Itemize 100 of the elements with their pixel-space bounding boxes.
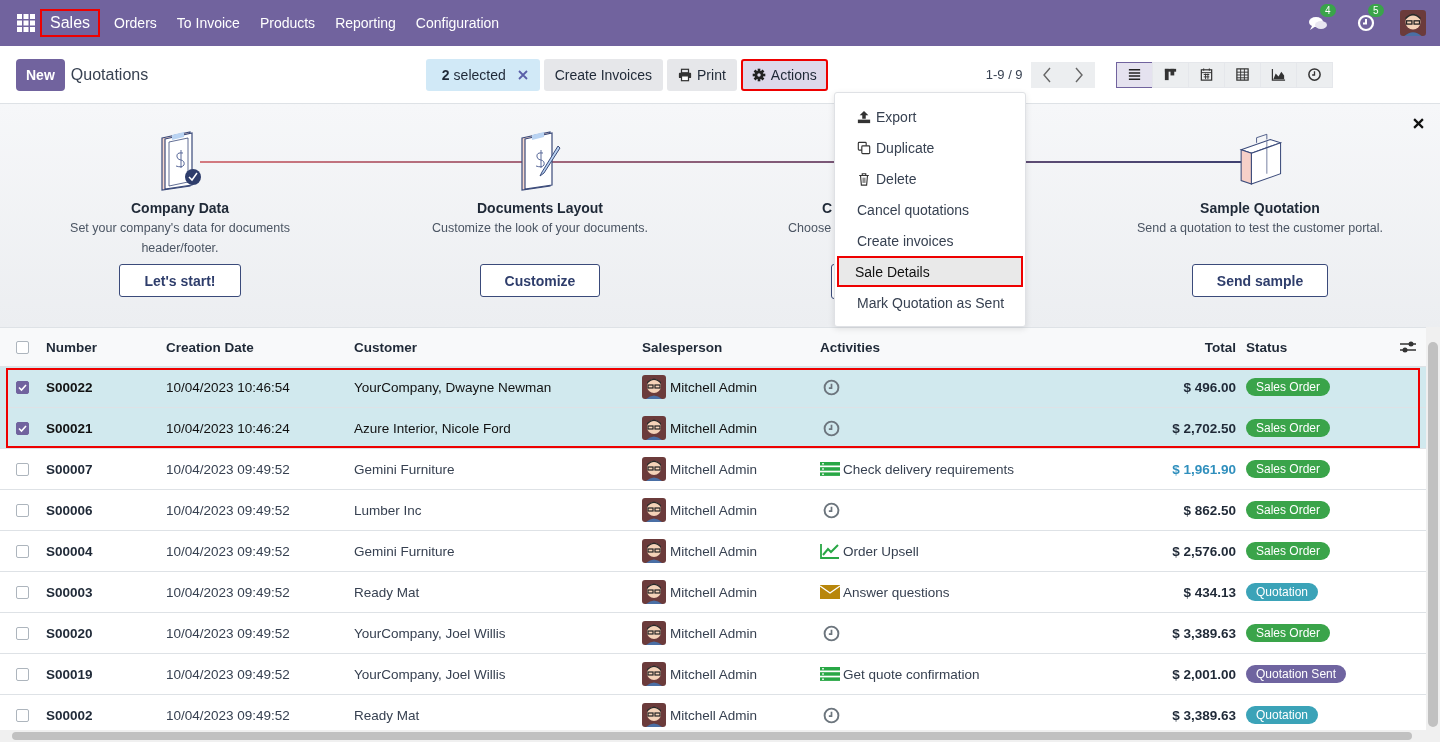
column-header[interactable]: Status bbox=[1246, 339, 1288, 355]
customer-name: YourCompany, Dwayne Newman bbox=[354, 379, 552, 395]
status-badge: Sales Order bbox=[1246, 542, 1331, 560]
vertical-scrollbar[interactable] bbox=[1426, 327, 1440, 742]
nav-menu-item[interactable]: Configuration bbox=[405, 15, 510, 31]
clock-icon[interactable] bbox=[823, 624, 840, 642]
salesperson-avatar bbox=[642, 539, 666, 563]
menu-item[interactable]: Mark Quotation as Sent bbox=[837, 287, 1023, 318]
column-header[interactable]: Salesperson bbox=[642, 339, 723, 355]
nav-menu-item[interactable]: Reporting bbox=[325, 15, 406, 31]
order-number: S00022 bbox=[46, 379, 93, 395]
creation-date: 10/04/2023 09:49:52 bbox=[166, 707, 290, 723]
row-checkbox[interactable] bbox=[16, 667, 29, 681]
next-button[interactable] bbox=[1062, 61, 1095, 88]
nav-menu-item[interactable]: Products bbox=[249, 15, 326, 31]
app-name[interactable]: Sales bbox=[40, 9, 101, 37]
order-number: S00020 bbox=[46, 625, 93, 641]
salesperson-name: Mitchell Admin bbox=[670, 379, 758, 395]
column-header[interactable]: Total bbox=[1204, 339, 1236, 355]
menu-item[interactable]: Duplicate bbox=[837, 132, 1023, 163]
order-total: $ 1,961.90 bbox=[1172, 461, 1236, 477]
status-badge: Sales Order bbox=[1246, 378, 1331, 396]
menu-item[interactable]: Delete bbox=[837, 163, 1023, 194]
row-checkbox[interactable] bbox=[16, 708, 29, 722]
column-header[interactable]: Number bbox=[46, 339, 97, 355]
upload-icon bbox=[857, 109, 871, 124]
row-checkbox[interactable] bbox=[16, 421, 29, 435]
order-number: S00021 bbox=[46, 420, 93, 436]
row-checkbox[interactable] bbox=[16, 503, 29, 517]
salesperson-avatar bbox=[642, 375, 666, 399]
customer-name: YourCompany, Joel Willis bbox=[354, 666, 506, 682]
salesperson-avatar bbox=[642, 703, 666, 727]
row-checkbox[interactable] bbox=[16, 626, 29, 640]
salesperson-avatar bbox=[642, 621, 666, 645]
step-button[interactable]: Customize bbox=[479, 264, 601, 297]
order-total: $ 2,576.00 bbox=[1172, 543, 1236, 559]
status-badge: Quotation bbox=[1246, 706, 1319, 724]
close-icon[interactable] bbox=[1413, 118, 1424, 129]
clock-icon[interactable] bbox=[823, 419, 840, 437]
row-checkbox[interactable] bbox=[16, 380, 29, 394]
step-button[interactable]: Send sample bbox=[1191, 264, 1329, 297]
column-header[interactable]: Creation Date bbox=[166, 339, 254, 355]
salesperson-name: Mitchell Admin bbox=[670, 461, 758, 477]
salesperson-avatar bbox=[642, 662, 666, 686]
horizontal-scrollbar[interactable] bbox=[0, 730, 1426, 742]
row-checkbox[interactable] bbox=[16, 462, 29, 476]
envelope-icon[interactable] bbox=[820, 584, 840, 600]
copy-icon bbox=[857, 140, 871, 155]
clock-icon[interactable] bbox=[823, 706, 840, 724]
menu-item[interactable]: Create invoices bbox=[837, 225, 1023, 256]
nav-menu-item[interactable]: Orders bbox=[104, 15, 167, 31]
column-header[interactable]: Customer bbox=[354, 339, 417, 355]
clock-icon[interactable] bbox=[823, 378, 840, 396]
clock-icon[interactable] bbox=[823, 501, 840, 519]
step-description: Send a quotation to test the customer portal. bbox=[1136, 220, 1384, 237]
order-number: S00007 bbox=[46, 461, 93, 477]
order-total: $ 434.13 bbox=[1183, 584, 1236, 600]
list-icon[interactable] bbox=[820, 461, 840, 477]
column-header[interactable]: Activities bbox=[820, 339, 881, 355]
previous-button[interactable] bbox=[1030, 61, 1063, 88]
menu-item[interactable]: Sale Details bbox=[837, 256, 1023, 287]
settings-icon[interactable] bbox=[1400, 340, 1416, 354]
list-view-icon bbox=[1126, 67, 1142, 82]
row-checkbox[interactable] bbox=[16, 544, 29, 558]
order-total: $ 862.50 bbox=[1183, 502, 1236, 518]
menu-item[interactable]: Export bbox=[837, 101, 1023, 132]
row-checkbox[interactable] bbox=[16, 585, 29, 599]
line-chart-icon[interactable] bbox=[820, 543, 840, 559]
apps-menu-icon[interactable] bbox=[16, 13, 36, 33]
creation-date: 10/04/2023 09:49:52 bbox=[166, 666, 290, 682]
creation-date: 10/04/2023 09:49:52 bbox=[166, 502, 290, 518]
customer-name: Gemini Furniture bbox=[354, 543, 455, 559]
customer-name: Ready Mat bbox=[354, 707, 420, 723]
new-button[interactable]: New bbox=[16, 58, 65, 91]
message-count: 4 bbox=[1320, 4, 1336, 17]
view-switch-button[interactable] bbox=[1115, 61, 1153, 88]
activity-summary[interactable]: Order Upsell bbox=[843, 543, 919, 559]
activity-count: 5 bbox=[1368, 4, 1384, 17]
step-button[interactable]: Let's start! bbox=[119, 264, 241, 297]
select-all-checkbox[interactable] bbox=[16, 340, 29, 354]
salesperson-name: Mitchell Admin bbox=[670, 707, 758, 723]
list-icon[interactable] bbox=[820, 666, 840, 682]
calendar-icon bbox=[1198, 67, 1214, 82]
printer-icon bbox=[678, 67, 693, 82]
nav-menu-item[interactable]: To Invoice bbox=[166, 15, 250, 31]
activity-summary[interactable]: Check delivery requirements bbox=[843, 461, 1015, 477]
print-button[interactable]: Print bbox=[667, 58, 737, 91]
actions-button[interactable]: Actions bbox=[740, 58, 828, 91]
create-invoices-button[interactable]: Create Invoices bbox=[543, 58, 664, 91]
menu-item[interactable]: Cancel quotations bbox=[837, 194, 1023, 225]
order-total: $ 2,001.00 bbox=[1172, 666, 1236, 682]
activity-summary[interactable]: Answer questions bbox=[843, 584, 950, 600]
page-title: Quotations bbox=[70, 65, 150, 84]
salesperson-name: Mitchell Admin bbox=[670, 543, 758, 559]
salesperson-name: Mitchell Admin bbox=[670, 420, 758, 436]
activity-summary[interactable]: Get quote confirmation bbox=[843, 666, 980, 682]
order-number: S00004 bbox=[46, 543, 93, 559]
creation-date: 10/04/2023 09:49:52 bbox=[166, 584, 290, 600]
chevron-left-icon bbox=[1040, 66, 1053, 83]
kanban-view-icon bbox=[1162, 67, 1178, 82]
